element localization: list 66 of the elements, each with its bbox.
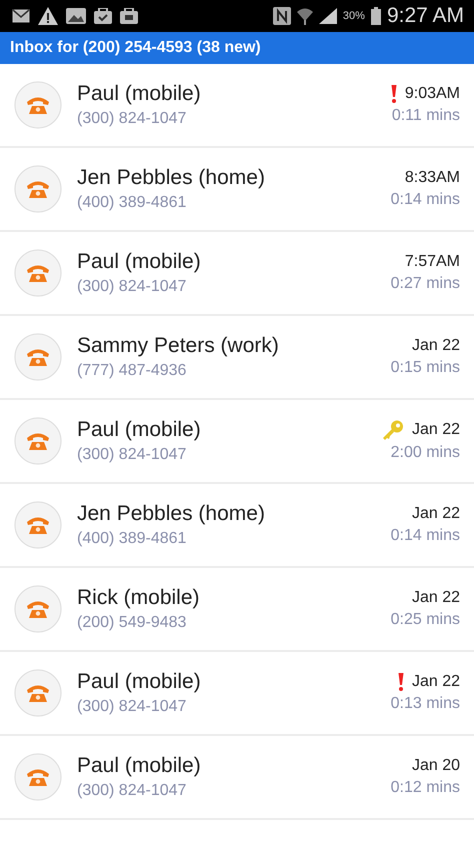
call-time: 8:33AM [404, 169, 460, 187]
caller-name: Jen Pebbles (home) [77, 166, 266, 190]
call-time: Jan 22 [412, 505, 460, 523]
phone-number: (300) 824-1047 [77, 698, 188, 716]
call-row[interactable]: Paul (mobile) (300) 824-1047 Jan 20 0:12 mins [0, 736, 474, 820]
caller-name: Paul (mobile) [77, 670, 202, 694]
caller-name: Rick (mobile) [77, 586, 201, 610]
phone-icon [14, 249, 62, 297]
phone-number: (300) 824-1047 [77, 278, 188, 296]
call-duration: 0:14 mins [390, 527, 460, 545]
call-row[interactable]: Paul (mobile) (300) 824-1047 Jan 22 2:00 mins [0, 400, 474, 484]
phone-number: (400) 389-4861 [77, 530, 188, 548]
call-time: Jan 22 [412, 589, 460, 607]
phone-number: (400) 389-4861 [77, 194, 188, 212]
call-duration: 0:25 mins [390, 611, 460, 629]
call-time: 7:57AM [404, 253, 460, 271]
phone-number: (300) 824-1047 [77, 782, 188, 800]
phone-icon [14, 165, 62, 213]
battery-percent: 30% [342, 10, 365, 22]
clock-time: 9:27 AM [386, 4, 464, 28]
phone-number: (200) 549-9483 [77, 614, 188, 632]
call-row[interactable]: Paul (mobile) (300) 824-1047 9:03AM 0:11 mins [0, 64, 474, 148]
call-row[interactable]: Jen Pebbles (home) (400) 389-4861 8:33AM 0:14 mins [0, 148, 474, 232]
phone-icon [14, 333, 62, 381]
call-duration: 0:14 mins [390, 191, 460, 209]
nfc-icon [272, 7, 291, 25]
call-time: 9:03AM [404, 85, 460, 103]
phone-icon [14, 501, 62, 549]
signal-icon [318, 8, 337, 24]
call-row[interactable]: Rick (mobile) (200) 549-9483 Jan 22 0:25 mins [0, 568, 474, 652]
call-row[interactable]: Paul (mobile) (300) 824-1047 7:57AM 0:27 mins [0, 232, 474, 316]
caller-name: Paul (mobile) [77, 418, 202, 442]
call-duration: 0:15 mins [390, 359, 460, 377]
phone-icon [14, 753, 62, 801]
phone-icon [14, 417, 62, 465]
phone-number: (300) 824-1047 [77, 110, 188, 128]
caller-name: Paul (mobile) [77, 754, 202, 778]
phone-icon [14, 81, 62, 129]
phone-number: (777) 487-4936 [77, 362, 188, 380]
call-row[interactable]: Jen Pebbles (home) (400) 389-4861 Jan 22 0:14 mins [0, 484, 474, 568]
phone-icon [14, 669, 62, 717]
call-duration: 0:13 mins [390, 695, 460, 713]
caller-name: Paul (mobile) [77, 82, 202, 106]
call-time: Jan 20 [412, 757, 460, 775]
warning-icon [38, 7, 58, 25]
inbox-header: Inbox for (200) 254-4593 (38 new) [0, 32, 474, 64]
call-time: Jan 22 [412, 421, 460, 439]
call-duration: 0:12 mins [390, 779, 460, 797]
briefcase-icon [94, 8, 112, 24]
wifi-icon [296, 7, 313, 25]
briefcase-icon [120, 8, 138, 24]
image-icon [66, 8, 86, 24]
battery-icon [370, 7, 381, 25]
caller-name: Jen Pebbles (home) [77, 502, 266, 526]
call-row[interactable]: Paul (mobile) (300) 824-1047 Jan 22 0:13 mins [0, 652, 474, 736]
phone-number: (300) 824-1047 [77, 446, 188, 464]
call-row[interactable]: Sammy Peters (work) (777) 487-4936 Jan 22 0:15 mins [0, 316, 474, 400]
caller-name: Sammy Peters (work) [77, 334, 280, 358]
call-duration: 2:00 mins [390, 444, 460, 462]
call-time: Jan 22 [412, 337, 460, 355]
call-time: Jan 22 [412, 673, 460, 691]
phone-icon [14, 585, 62, 633]
mail-icon [12, 9, 30, 23]
call-duration: 0:11 mins [392, 107, 460, 125]
call-duration: 0:27 mins [390, 275, 460, 293]
caller-name: Paul (mobile) [77, 250, 202, 274]
